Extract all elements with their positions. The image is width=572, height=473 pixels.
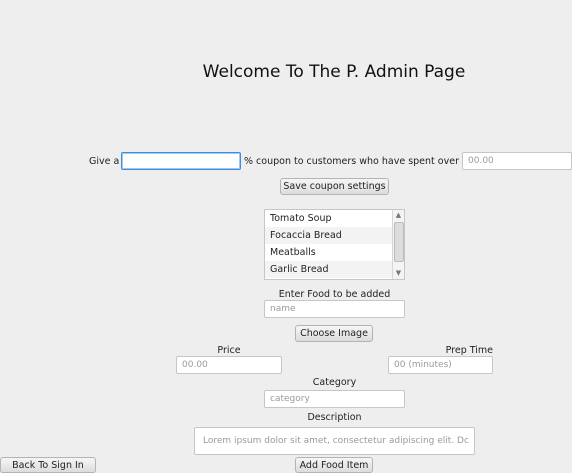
price-label: Price	[217, 345, 241, 356]
prep-time-label: Prep Time	[445, 345, 493, 356]
description-input[interactable]	[194, 427, 475, 455]
food-name-label: Enter Food to be added	[278, 289, 391, 300]
coupon-description-label: % coupon to customers who have spent ove…	[244, 156, 469, 167]
menu-item-list-items: Tomato Soup Focaccia Bread Meatballs Gar…	[265, 210, 404, 278]
menu-item-list[interactable]: Tomato Soup Focaccia Bread Meatballs Gar…	[264, 209, 405, 280]
category-input[interactable]	[264, 390, 405, 408]
chevron-down-icon[interactable]: ▼	[393, 268, 404, 279]
food-name-input[interactable]	[264, 300, 405, 318]
prep-time-input[interactable]	[388, 356, 493, 374]
give-label: Give a	[89, 156, 120, 167]
category-label: Category	[312, 377, 357, 388]
list-item[interactable]: Tomato Soup	[265, 210, 404, 227]
description-label: Description	[307, 412, 362, 423]
coupon-percent-input[interactable]	[121, 152, 241, 170]
chevron-up-icon[interactable]: ▲	[393, 210, 404, 221]
choose-image-button[interactable]: Choose Image	[295, 325, 373, 342]
price-input[interactable]	[176, 356, 282, 374]
scrollbar-thumb[interactable]	[394, 222, 404, 262]
page-title: Welcome To The P. Admin Page	[202, 62, 466, 82]
save-coupon-settings-button[interactable]: Save coupon settings	[280, 178, 389, 195]
list-item[interactable]: Focaccia Bread	[265, 227, 404, 244]
coupon-threshold-input[interactable]	[462, 152, 572, 170]
list-item[interactable]: Garlic Bread	[265, 261, 404, 278]
list-scrollbar[interactable]: ▲ ▼	[392, 210, 404, 279]
list-item[interactable]: Meatballs	[265, 244, 404, 261]
